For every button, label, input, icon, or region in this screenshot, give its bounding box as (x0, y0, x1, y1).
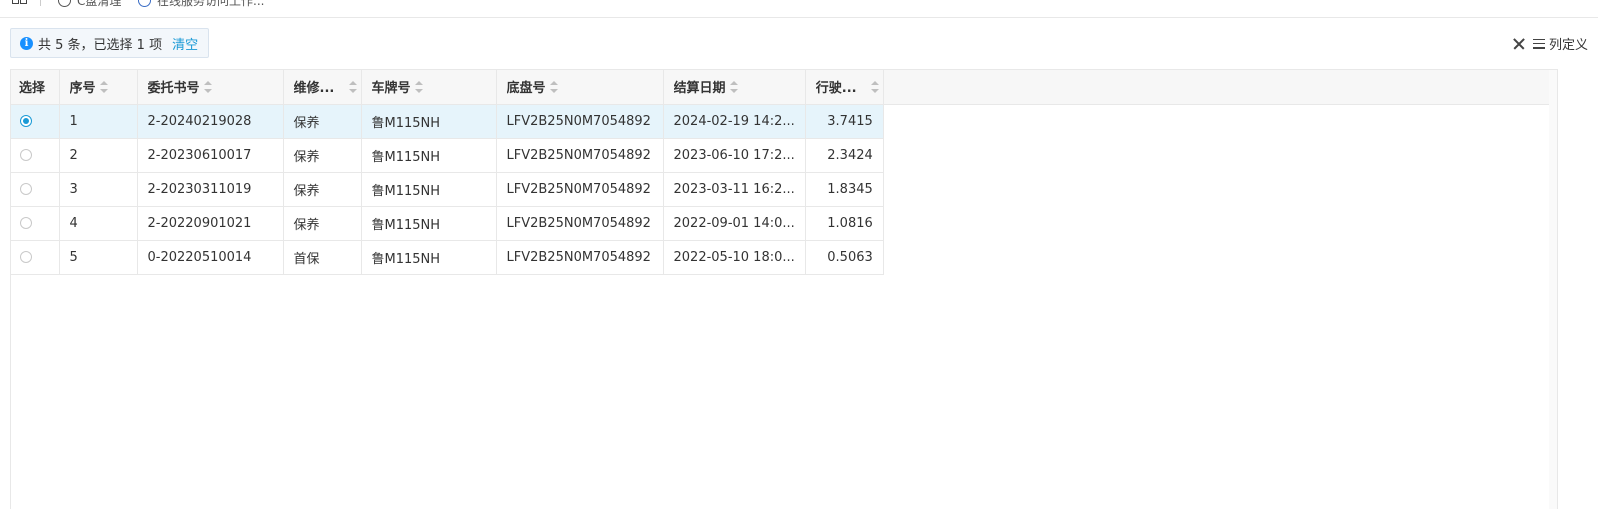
column-definition-button[interactable]: 列定义 (1532, 34, 1588, 53)
selection-summary: 共 5 条，已选择 1 项 (38, 37, 163, 53)
tab-label: 在线服务访问工作... (157, 0, 265, 8)
column-header-order-no[interactable]: 委托书号 (137, 70, 284, 105)
cell-vin: LFV2B25N0M7054892 (496, 206, 664, 241)
tab-label: C盘清理 (77, 0, 122, 8)
cell-plate: 鲁M115NH (361, 240, 497, 275)
sort-icon[interactable] (414, 80, 423, 93)
cell-vin: LFV2B25N0M7054892 (496, 104, 664, 139)
cell-plate: 鲁M115NH (361, 104, 497, 139)
sort-icon[interactable] (729, 80, 738, 93)
refresh-icon (58, 0, 71, 7)
sort-icon[interactable] (348, 81, 357, 93)
tab-disk-cleanup[interactable]: C盘清理 (58, 0, 121, 8)
sort-icon[interactable] (549, 80, 558, 93)
cell-settle-date: 2022-05-10 18:0... (663, 240, 806, 275)
table-row[interactable]: 4 2-20220901021 保养 鲁M115NH LFV2B25N0M705… (11, 206, 884, 241)
row-radio[interactable] (20, 183, 32, 195)
cell-mileage: 1.8345 (805, 172, 884, 207)
cell-vin: LFV2B25N0M7054892 (496, 138, 664, 173)
cell-vin: LFV2B25N0M7054892 (496, 240, 664, 275)
column-header-mileage[interactable]: 行驶... (805, 70, 884, 105)
list-icon (1532, 38, 1545, 49)
sort-icon[interactable] (870, 81, 879, 93)
table-row[interactable]: 3 2-20230311019 保养 鲁M115NH LFV2B25N0M705… (11, 172, 884, 207)
cell-index: 4 (59, 206, 138, 241)
info-icon: i (20, 36, 33, 50)
top-tab-bar: C盘清理 在线服务访问工作... (0, 0, 1598, 18)
records-table: 选择 序号 委托书号 维修... 车牌号 底盘号 结算日期 行驶... 1 2-… (11, 70, 884, 275)
column-definition-label: 列定义 (1548, 38, 1588, 53)
table-header-row: 选择 序号 委托书号 维修... 车牌号 底盘号 结算日期 行驶... (11, 70, 884, 105)
column-header-select: 选择 (11, 70, 60, 105)
column-header-settle-date[interactable]: 结算日期 (663, 70, 806, 105)
cell-order-no: 2-20230610017 (137, 138, 284, 173)
sort-icon[interactable] (203, 80, 212, 93)
cell-repair-type: 首保 (283, 240, 362, 275)
cell-plate: 鲁M115NH (361, 138, 497, 173)
table-row[interactable]: 1 2-20240219028 保养 鲁M115NH LFV2B25N0M705… (11, 104, 884, 139)
table-toolbar: 列定义 (1513, 34, 1588, 53)
cell-plate: 鲁M115NH (361, 172, 497, 207)
cell-mileage: 0.5063 (805, 240, 884, 275)
row-radio[interactable] (20, 217, 32, 229)
apps-grid-icon[interactable] (12, 0, 28, 8)
cell-mileage: 3.7415 (805, 104, 884, 139)
fullscreen-icon[interactable] (1513, 38, 1525, 50)
cell-repair-type: 保养 (283, 206, 362, 241)
cell-mileage: 1.0816 (805, 206, 884, 241)
cell-vin: LFV2B25N0M7054892 (496, 172, 664, 207)
cell-order-no: 2-20240219028 (137, 104, 284, 139)
clear-selection-link[interactable]: 清空 (172, 34, 198, 53)
row-select-cell[interactable] (11, 240, 60, 275)
row-radio[interactable] (20, 149, 32, 161)
cell-index: 1 (59, 104, 138, 139)
cell-settle-date: 2024-02-19 14:2... (663, 104, 806, 139)
cell-settle-date: 2022-09-01 14:0... (663, 206, 806, 241)
cell-settle-date: 2023-03-11 16:2... (663, 172, 806, 207)
cell-plate: 鲁M115NH (361, 206, 497, 241)
row-radio[interactable] (20, 251, 32, 263)
tab-online-service[interactable]: 在线服务访问工作... (138, 0, 264, 8)
cell-index: 3 (59, 172, 138, 207)
selection-info-bar: i 共 5 条，已选择 1 项 清空 (10, 28, 210, 58)
cell-order-no: 2-20230311019 (137, 172, 284, 207)
row-select-cell[interactable] (11, 206, 60, 241)
cell-repair-type: 保养 (283, 172, 362, 207)
row-select-cell[interactable] (11, 138, 60, 173)
row-radio[interactable] (20, 115, 32, 127)
row-select-cell[interactable] (11, 172, 60, 207)
sort-icon[interactable] (99, 80, 108, 93)
cell-order-no: 0-20220510014 (137, 240, 284, 275)
data-table: 选择 序号 委托书号 维修... 车牌号 底盘号 结算日期 行驶... 1 2-… (10, 69, 1558, 509)
column-header-index[interactable]: 序号 (59, 70, 138, 105)
cell-order-no: 2-20220901021 (137, 206, 284, 241)
cell-repair-type: 保养 (283, 104, 362, 139)
cell-index: 2 (59, 138, 138, 173)
vertical-scrollbar[interactable] (1549, 70, 1557, 509)
column-header-plate[interactable]: 车牌号 (361, 70, 497, 105)
globe-icon (138, 0, 151, 7)
table-row[interactable]: 2 2-20230610017 保养 鲁M115NH LFV2B25N0M705… (11, 138, 884, 173)
cell-index: 5 (59, 240, 138, 275)
cell-repair-type: 保养 (283, 138, 362, 173)
row-select-cell[interactable] (11, 104, 60, 139)
table-row[interactable]: 5 0-20220510014 首保 鲁M115NH LFV2B25N0M705… (11, 240, 884, 275)
cell-settle-date: 2023-06-10 17:2... (663, 138, 806, 173)
column-header-repair-type[interactable]: 维修... (283, 70, 362, 105)
column-header-vin[interactable]: 底盘号 (496, 70, 664, 105)
cell-mileage: 2.3424 (805, 138, 884, 173)
divider (40, 0, 41, 6)
